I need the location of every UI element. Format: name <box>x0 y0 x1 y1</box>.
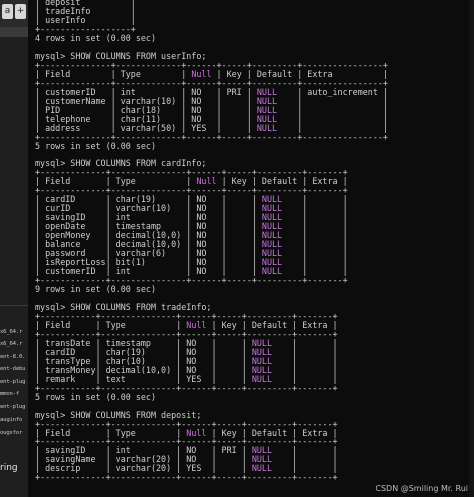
sidebar-item-6[interactable]: mmon-f <box>0 391 19 397</box>
sidebar-panel: a + x6_64.r x6_64.r ent-8.0. ent-debu en… <box>0 0 28 497</box>
terminal-line: 4 rows in set (0.00 sec) <box>35 32 157 43</box>
sidebar-item-5[interactable]: ent-plug <box>0 379 26 385</box>
terminal-scrollbar[interactable] <box>469 0 474 497</box>
terminal-line: 9 rows in set (0.00 sec) <box>35 284 157 294</box>
sidebar-button-a[interactable]: a <box>2 4 13 19</box>
sidebar-item-8[interactable]: auginfo <box>0 417 22 423</box>
sidebar-item-9[interactable]: ougsfor <box>0 430 22 436</box>
sidebar-item-7[interactable]: ent-plug <box>0 404 26 410</box>
sidebar-item-4[interactable]: ent-debu <box>0 366 26 372</box>
sidebar-item-3[interactable]: ent-8.0. <box>0 354 26 360</box>
sidebar-item-2[interactable]: x6_64.r <box>0 341 22 347</box>
sidebar-header-band <box>0 27 28 37</box>
sidebar-toolbar: a + <box>0 0 28 27</box>
terminal-line: +-------------+-------------+------+----… <box>35 472 338 483</box>
terminal-line: 5 rows in set (0.00 sec) <box>35 140 157 151</box>
terminal-window[interactable]: | deposit | | tradeInfo | | userInfo | +---… <box>28 0 474 497</box>
watermark-text: CSDN @Smiling Mr. Rui <box>375 484 468 493</box>
sidebar-divider <box>0 305 28 306</box>
sidebar-add-button[interactable]: + <box>15 4 26 19</box>
terminal-line: 5 rows in set (0.00 sec) <box>35 391 157 402</box>
sidebar-item-1[interactable]: x6_64.r <box>0 329 22 335</box>
terminal-output: | deposit | | tradeInfo | | userInfo | +---… <box>35 0 388 482</box>
sidebar-bottom-label: ring <box>0 463 18 473</box>
